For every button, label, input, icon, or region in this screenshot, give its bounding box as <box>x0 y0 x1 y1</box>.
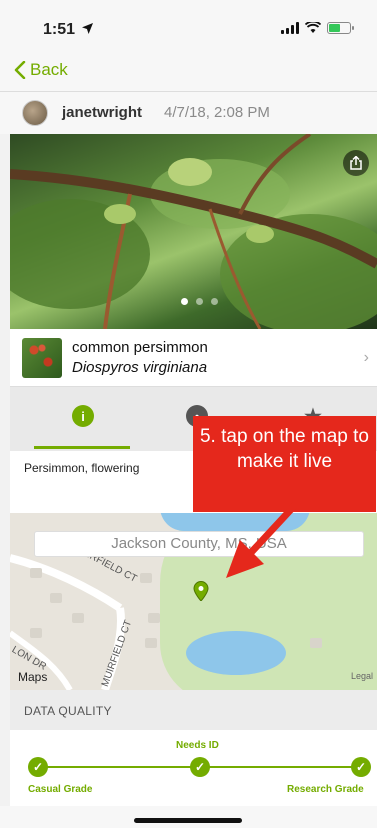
map-building <box>30 568 42 578</box>
tab-info-underline <box>34 446 130 449</box>
chevron-left-icon <box>14 61 26 79</box>
annotation-callout: 5. tap on the map to make it live <box>193 416 376 512</box>
page-dot[interactable] <box>196 298 203 305</box>
status-icons <box>281 22 354 34</box>
observation-date: 4/7/18, 2:08 PM <box>164 104 270 121</box>
map-building <box>145 638 157 648</box>
research-grade-label: Research Grade <box>287 784 364 795</box>
back-button[interactable]: Back <box>14 60 68 80</box>
chevron-right-icon: › <box>363 349 369 366</box>
nav-bar: Back <box>0 48 377 92</box>
taxon-row[interactable]: common persimmon Diospyros virginiana › <box>10 329 377 387</box>
data-quality-meter[interactable]: ✓ ✓ ✓ Needs ID Casual Grade Research Gra… <box>10 730 377 806</box>
status-time: 1:51 <box>43 21 76 38</box>
check-icon: ✓ <box>28 757 48 777</box>
share-button[interactable] <box>343 150 369 176</box>
back-label: Back <box>30 60 68 79</box>
signal-icon <box>281 22 299 34</box>
location-map[interactable]: MUIRFIELD CT LON DR MUIRFIELD CT Jackson… <box>10 513 377 690</box>
map-building <box>310 638 322 648</box>
annotation-arrow-icon <box>226 500 300 578</box>
wifi-icon <box>305 22 321 33</box>
status-bar: 1:51 <box>0 0 377 48</box>
check-icon: ✓ <box>351 757 371 777</box>
casual-grade-label: Casual Grade <box>28 784 93 795</box>
data-quality-title: DATA QUALITY <box>24 704 112 718</box>
home-indicator[interactable] <box>134 818 242 823</box>
map-building <box>140 573 152 583</box>
info-icon: i <box>81 408 85 424</box>
map-legal-link[interactable]: Legal <box>351 671 373 681</box>
map-location-label: Jackson County, MS, USA <box>34 531 364 557</box>
tab-info[interactable]: i <box>72 405 94 427</box>
taxon-scientific-name: Diospyros virginiana <box>72 359 208 376</box>
taxon-common-name: common persimmon <box>72 339 208 356</box>
map-pin-icon[interactable] <box>193 581 209 601</box>
check-icon: ✓ <box>190 757 210 777</box>
taxon-thumbnail <box>22 338 62 378</box>
map-building <box>30 628 42 638</box>
maps-logo-text: Maps <box>18 670 48 684</box>
battery-icon <box>327 22 354 34</box>
share-icon <box>350 156 362 170</box>
observer-row[interactable]: janetwright 4/7/18, 2:08 PM <box>0 92 377 134</box>
home-bar <box>0 806 377 828</box>
photo-pagination[interactable] <box>181 298 218 305</box>
page-dot[interactable] <box>181 298 188 305</box>
observation-photo[interactable] <box>10 134 377 329</box>
map-building <box>50 593 62 603</box>
page-dot[interactable] <box>211 298 218 305</box>
map-building <box>72 613 84 623</box>
map-building <box>148 613 160 623</box>
battery-fill <box>329 24 340 32</box>
description-text: Persimmon, flowering <box>24 461 140 475</box>
username[interactable]: janetwright <box>62 104 142 121</box>
needs-id-label: Needs ID <box>176 740 219 751</box>
maps-logo: Maps <box>18 670 47 684</box>
avatar[interactable] <box>22 100 48 126</box>
location-arrow-icon <box>82 23 93 34</box>
data-quality-header: DATA QUALITY <box>10 690 377 730</box>
